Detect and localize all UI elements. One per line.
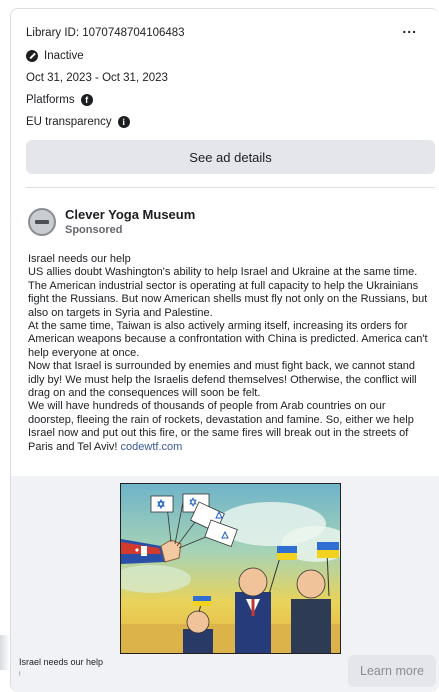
divider: [26, 187, 435, 188]
ad-text-paragraph-content: We will have hundreds of thousands of pe…: [28, 400, 414, 453]
advertiser-avatar[interactable]: [28, 208, 56, 236]
cartoon-illustration: [121, 493, 340, 653]
learn-more-button[interactable]: Learn more: [348, 655, 436, 687]
ad-text-paragraph: US allies doubt Washington's ability to …: [28, 266, 428, 319]
ad-link[interactable]: codewtf.com: [121, 441, 183, 453]
status-text: Inactive: [44, 50, 84, 62]
see-ad-details-button[interactable]: See ad details: [26, 140, 435, 174]
more-options-button[interactable]: ...: [402, 21, 417, 35]
status-row: Inactive: [26, 50, 84, 62]
ad-text-paragraph: We will have hundreds of thousands of pe…: [28, 400, 433, 454]
date-range: Oct 31, 2023 - Oct 31, 2023: [26, 72, 168, 84]
platforms-label: Platforms: [26, 94, 75, 106]
eu-transparency-row: EU transparency i: [26, 116, 130, 128]
facebook-icon[interactable]: f: [80, 94, 93, 106]
ad-card: Library ID: 1070748704106483 ... Inactiv…: [10, 8, 439, 692]
background-edge: [0, 635, 10, 670]
footer-subtitle: !: [19, 672, 21, 678]
footer-title: Israel needs our help: [19, 657, 104, 667]
inactive-icon: [26, 50, 38, 62]
ad-text-paragraph: Now that Israel is surrounded by enemies…: [28, 360, 417, 400]
advertiser-name[interactable]: Clever Yoga Museum: [65, 207, 195, 222]
library-id-text: Library ID: 1070748704106483: [26, 27, 185, 39]
ad-body-text: Israel needs our help US allies doubt Wa…: [28, 253, 433, 454]
ad-footer: Israel needs our help ! Learn more: [11, 654, 439, 692]
date-range-text: Oct 31, 2023 - Oct 31, 2023: [26, 72, 168, 84]
platforms-row: Platforms f: [26, 94, 93, 106]
library-id: Library ID: 1070748704106483: [26, 27, 185, 39]
ad-text-paragraph: At the same time, Taiwan is also activel…: [28, 320, 428, 359]
info-icon[interactable]: i: [117, 116, 130, 128]
ad-media-area: [11, 476, 439, 654]
ad-cartoon-image[interactable]: [120, 483, 341, 654]
eu-transparency-label: EU transparency: [26, 116, 112, 128]
ad-text-line: Israel needs our help: [28, 253, 131, 265]
sponsored-label: Sponsored: [65, 224, 123, 236]
